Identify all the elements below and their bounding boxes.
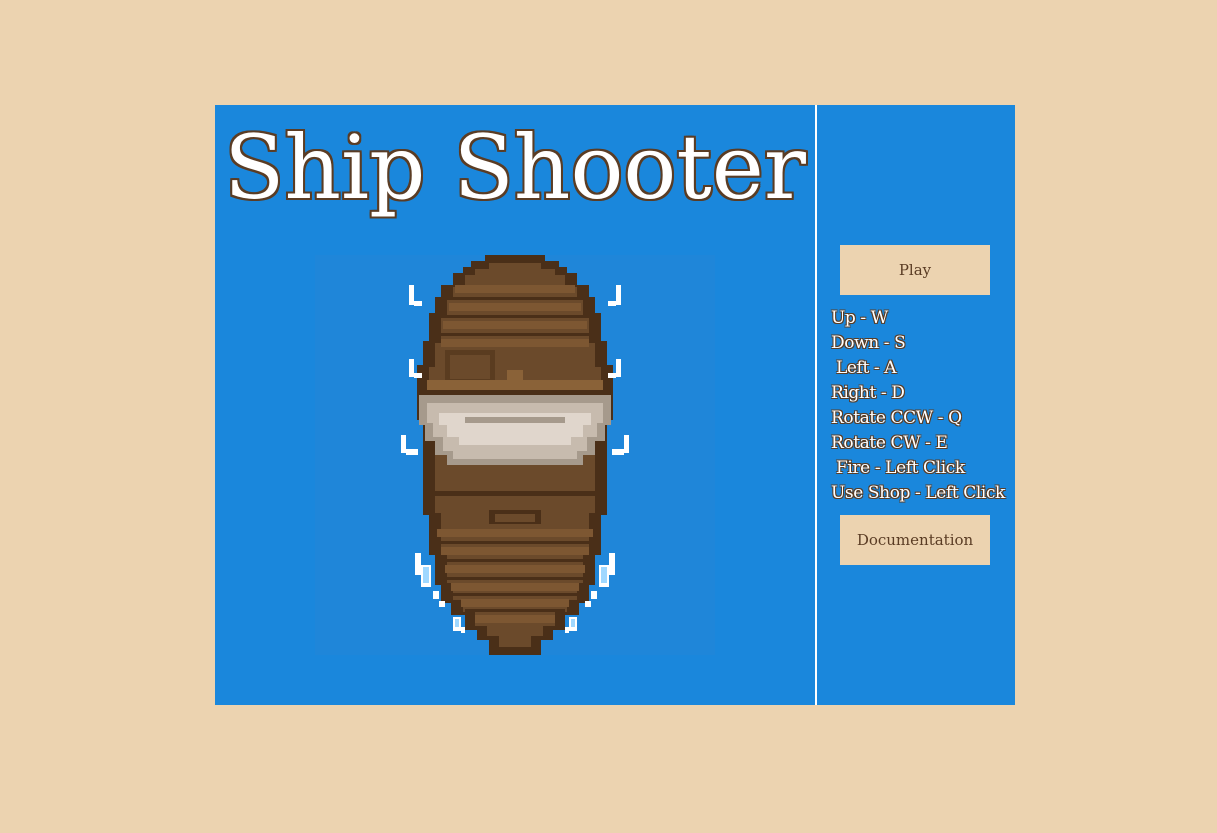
side-panel: Play Up - W Down - S Left - A Right - D … (817, 105, 1015, 705)
control-rotate-cw: Rotate CW - E (831, 433, 948, 453)
play-button[interactable]: Play (840, 245, 990, 295)
control-left: Left - A (831, 358, 897, 378)
game-frame: Ship Shooter Play Up - W Down - S Left -… (215, 105, 1015, 705)
ship-sprite (401, 255, 629, 655)
control-use-shop: Use Shop - Left Click (831, 483, 1005, 503)
controls-list: Up - W Down - S Left - A Right - D Rotat… (831, 306, 1015, 506)
documentation-button[interactable]: Documentation (840, 515, 990, 565)
control-rotate-ccw: Rotate CCW - Q (831, 408, 962, 428)
control-right: Right - D (831, 383, 905, 403)
game-canvas[interactable]: Ship Shooter (215, 105, 815, 705)
control-up: Up - W (831, 308, 888, 328)
ship-display (315, 255, 715, 655)
game-title: Ship Shooter (224, 116, 806, 219)
control-down: Down - S (831, 333, 906, 353)
control-fire: Fire - Left Click (831, 458, 965, 478)
